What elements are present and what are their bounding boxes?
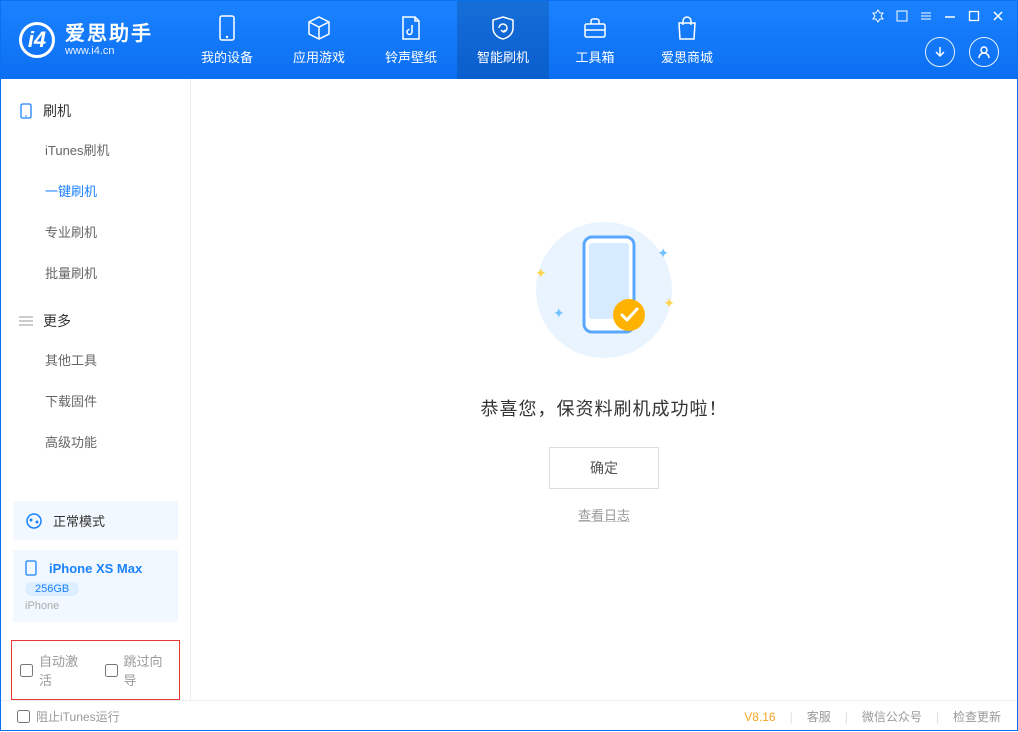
bag-icon bbox=[674, 15, 700, 41]
app-body: 刷机 iTunes刷机 一键刷机 专业刷机 批量刷机 更多 其他工具 下载固件 … bbox=[1, 79, 1017, 700]
mode-label: 正常模式 bbox=[53, 511, 105, 530]
list-icon bbox=[19, 314, 33, 328]
device-type: iPhone bbox=[25, 600, 166, 612]
skip-guide-label: 跳过向导 bbox=[124, 651, 172, 689]
music-file-icon bbox=[398, 15, 424, 41]
app-name-en: www.i4.cn bbox=[65, 45, 153, 57]
header-action-icons bbox=[925, 37, 999, 67]
logo-icon: i4 bbox=[19, 22, 55, 58]
sidebar-scroll: 刷机 iTunes刷机 一键刷机 专业刷机 批量刷机 更多 其他工具 下载固件 … bbox=[1, 79, 190, 501]
logo-text: 爱思助手 www.i4.cn bbox=[65, 23, 153, 57]
ok-button[interactable]: 确定 bbox=[549, 447, 659, 489]
sidebar-item-advanced[interactable]: 高级功能 bbox=[1, 421, 190, 462]
nav-label: 我的设备 bbox=[201, 47, 253, 66]
spark-icon: ✦ bbox=[553, 305, 565, 322]
toolbox-icon bbox=[582, 15, 608, 41]
phone-outline-icon bbox=[25, 560, 41, 576]
footer-right: V8.16 | 客服 | 微信公众号 | 检查更新 bbox=[744, 708, 1001, 725]
device-block: 正常模式 iPhone XS Max 256GB iPhone bbox=[1, 501, 190, 632]
sidebar-item-download-firmware[interactable]: 下载固件 bbox=[1, 380, 190, 421]
nav-my-device[interactable]: 我的设备 bbox=[181, 1, 273, 79]
success-panel: ✦ ✦ ✦ ✦ 恭喜您，保资料刷机成功啦！ 确定 查看日志 bbox=[481, 215, 728, 524]
auto-activate-label: 自动激活 bbox=[39, 651, 87, 689]
nav-store[interactable]: 爱思商城 bbox=[641, 1, 733, 79]
device-icon bbox=[214, 15, 240, 41]
nav-toolbox[interactable]: 工具箱 bbox=[549, 1, 641, 79]
sidebar-section-flash: 刷机 iTunes刷机 一键刷机 专业刷机 批量刷机 bbox=[1, 93, 190, 293]
sidebar: 刷机 iTunes刷机 一键刷机 专业刷机 批量刷机 更多 其他工具 下载固件 … bbox=[1, 79, 191, 700]
auto-activate-checkbox[interactable]: 自动激活 bbox=[20, 651, 87, 689]
success-text: 恭喜您，保资料刷机成功啦！ bbox=[481, 395, 728, 421]
block-itunes-checkbox[interactable]: 阻止iTunes运行 bbox=[17, 708, 120, 725]
main-content: ✦ ✦ ✦ ✦ 恭喜您，保资料刷机成功啦！ 确定 查看日志 bbox=[191, 79, 1017, 700]
sidebar-head-label: 刷机 bbox=[43, 101, 71, 121]
spark-icon: ✦ bbox=[657, 245, 669, 262]
success-illustration: ✦ ✦ ✦ ✦ bbox=[529, 215, 679, 365]
sidebar-item-onekey-flash[interactable]: 一键刷机 bbox=[1, 170, 190, 211]
minimize-icon[interactable] bbox=[943, 9, 957, 23]
block-itunes-label: 阻止iTunes运行 bbox=[36, 708, 120, 725]
sidebar-item-batch-flash[interactable]: 批量刷机 bbox=[1, 252, 190, 293]
sidebar-head-flash: 刷机 bbox=[1, 93, 190, 129]
device-storage: 256GB bbox=[25, 582, 79, 596]
sidebar-item-itunes-flash[interactable]: iTunes刷机 bbox=[1, 129, 190, 170]
options-highlight-box: 自动激活 跳过向导 bbox=[11, 640, 180, 700]
device-name: iPhone XS Max bbox=[49, 561, 142, 576]
spark-icon: ✦ bbox=[535, 265, 547, 282]
nav-label: 工具箱 bbox=[575, 47, 614, 66]
device-card[interactable]: iPhone XS Max 256GB iPhone bbox=[13, 550, 178, 622]
window-controls bbox=[871, 9, 1005, 23]
theme-icon[interactable] bbox=[871, 9, 885, 23]
app-header: i4 爱思助手 www.i4.cn 我的设备 应用游戏 铃声壁纸 bbox=[1, 1, 1017, 79]
skip-guide-checkbox[interactable]: 跳过向导 bbox=[105, 651, 172, 689]
app-name-cn: 爱思助手 bbox=[65, 23, 153, 45]
skin-icon[interactable] bbox=[895, 9, 909, 23]
top-nav: 我的设备 应用游戏 铃声壁纸 智能刷机 工具箱 bbox=[181, 1, 733, 79]
version-label: V8.16 bbox=[744, 710, 775, 724]
nav-label: 爱思商城 bbox=[661, 47, 713, 66]
nav-label: 铃声壁纸 bbox=[385, 47, 437, 66]
footer: 阻止iTunes运行 V8.16 | 客服 | 微信公众号 | 检查更新 bbox=[1, 700, 1017, 732]
menu-icon[interactable] bbox=[919, 9, 933, 23]
spark-icon: ✦ bbox=[663, 295, 675, 312]
download-icon[interactable] bbox=[925, 37, 955, 67]
nav-ringtones-wallpapers[interactable]: 铃声壁纸 bbox=[365, 1, 457, 79]
cube-icon bbox=[306, 15, 332, 41]
sidebar-item-other-tools[interactable]: 其他工具 bbox=[1, 339, 190, 380]
footer-link-support[interactable]: 客服 bbox=[807, 708, 831, 725]
sidebar-head-label: 更多 bbox=[43, 311, 71, 331]
user-icon[interactable] bbox=[969, 37, 999, 67]
mode-card[interactable]: 正常模式 bbox=[13, 501, 178, 540]
maximize-icon[interactable] bbox=[967, 9, 981, 23]
sidebar-item-pro-flash[interactable]: 专业刷机 bbox=[1, 211, 190, 252]
close-icon[interactable] bbox=[991, 9, 1005, 23]
sidebar-section-more: 更多 其他工具 下载固件 高级功能 bbox=[1, 303, 190, 462]
nav-smart-flash[interactable]: 智能刷机 bbox=[457, 1, 549, 79]
view-log-link[interactable]: 查看日志 bbox=[578, 508, 630, 523]
sidebar-head-more: 更多 bbox=[1, 303, 190, 339]
phone-icon bbox=[19, 104, 33, 118]
footer-link-wechat[interactable]: 微信公众号 bbox=[862, 708, 922, 725]
nav-label: 应用游戏 bbox=[293, 47, 345, 66]
mode-icon bbox=[25, 512, 43, 530]
app-logo: i4 爱思助手 www.i4.cn bbox=[1, 1, 181, 79]
refresh-shield-icon bbox=[490, 15, 516, 41]
nav-label: 智能刷机 bbox=[477, 47, 529, 66]
footer-link-update[interactable]: 检查更新 bbox=[953, 708, 1001, 725]
nav-apps-games[interactable]: 应用游戏 bbox=[273, 1, 365, 79]
